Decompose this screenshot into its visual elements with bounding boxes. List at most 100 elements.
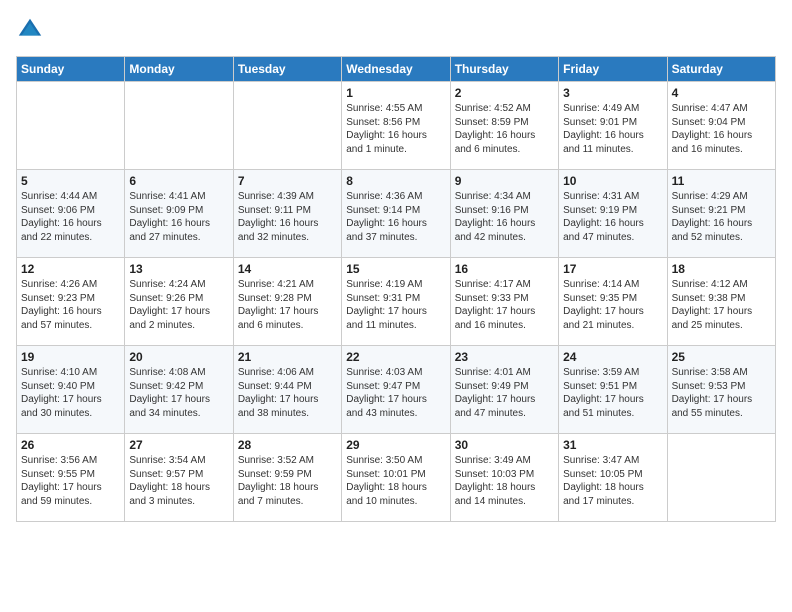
calendar-cell: 8 Sunrise: 4:36 AMSunset: 9:14 PMDaylight… [342, 170, 450, 258]
day-info: Sunrise: 4:41 AMSunset: 9:09 PMDaylight:… [129, 190, 228, 244]
day-number: 23 [455, 350, 554, 364]
calendar-cell: 20 Sunrise: 4:08 AMSunset: 9:42 PMDayligh… [125, 346, 233, 434]
day-info: Sunrise: 4:26 AMSunset: 9:23 PMDaylight:… [21, 278, 120, 332]
day-number: 21 [238, 350, 337, 364]
day-number: 30 [455, 438, 554, 452]
day-number: 1 [346, 86, 445, 100]
day-header-sunday: Sunday [17, 57, 125, 82]
calendar-cell: 3 Sunrise: 4:49 AMSunset: 9:01 PMDaylight… [559, 82, 667, 170]
calendar-cell: 7 Sunrise: 4:39 AMSunset: 9:11 PMDaylight… [233, 170, 341, 258]
calendar-cell: 28 Sunrise: 3:52 AMSunset: 9:59 PMDayligh… [233, 434, 341, 522]
day-info: Sunrise: 4:17 AMSunset: 9:33 PMDaylight:… [455, 278, 554, 332]
day-info: Sunrise: 4:31 AMSunset: 9:19 PMDaylight:… [563, 190, 662, 244]
calendar-cell: 17Sunrise: 4:14 AMSunset: 9:35 PMDayligh… [559, 258, 667, 346]
calendar-cell: 9Sunrise: 4:34 AMSunset: 9:16 PMDaylight… [450, 170, 558, 258]
day-number: 25 [672, 350, 771, 364]
day-number: 10 [563, 174, 662, 188]
calendar-cell: 2 Sunrise: 4:52 AMSunset: 8:59 PMDaylight… [450, 82, 558, 170]
calendar-cell: 15 Sunrise: 4:19 AMSunset: 9:31 PMDayligh… [342, 258, 450, 346]
week-row-2: 5 Sunrise: 4:44 AMSunset: 9:06 PMDaylight… [17, 170, 776, 258]
day-info: Sunrise: 4:39 AMSunset: 9:11 PMDaylight:… [238, 190, 337, 244]
day-number: 29 [346, 438, 445, 452]
day-info: Sunrise: 3:58 AMSunset: 9:53 PMDaylight:… [672, 366, 771, 420]
calendar-cell: 14Sunrise: 4:21 AMSunset: 9:28 PMDayligh… [233, 258, 341, 346]
calendar-cell: 21 Sunrise: 4:06 AMSunset: 9:44 PMDayligh… [233, 346, 341, 434]
day-info: Sunrise: 4:01 AMSunset: 9:49 PMDaylight:… [455, 366, 554, 420]
day-info: Sunrise: 4:44 AMSunset: 9:06 PMDaylight:… [21, 190, 120, 244]
day-number: 27 [129, 438, 228, 452]
day-info: Sunrise: 4:55 AMSunset: 8:56 PMDaylight:… [346, 102, 445, 156]
day-info: Sunrise: 3:54 AMSunset: 9:57 PMDaylight:… [129, 454, 228, 508]
day-number: 19 [21, 350, 120, 364]
calendar-cell [125, 82, 233, 170]
day-info: Sunrise: 4:49 AMSunset: 9:01 PMDaylight:… [563, 102, 662, 156]
week-row-3: 12Sunrise: 4:26 AMSunset: 9:23 PMDayligh… [17, 258, 776, 346]
calendar-cell: 5 Sunrise: 4:44 AMSunset: 9:06 PMDaylight… [17, 170, 125, 258]
day-number: 2 [455, 86, 554, 100]
day-number: 11 [672, 174, 771, 188]
day-headers-row: SundayMondayTuesdayWednesdayThursdayFrid… [17, 57, 776, 82]
calendar-cell: 19 Sunrise: 4:10 AMSunset: 9:40 PMDayligh… [17, 346, 125, 434]
day-number: 5 [21, 174, 120, 188]
day-number: 26 [21, 438, 120, 452]
day-info: Sunrise: 4:36 AMSunset: 9:14 PMDaylight:… [346, 190, 445, 244]
day-header-wednesday: Wednesday [342, 57, 450, 82]
calendar-cell: 1 Sunrise: 4:55 AMSunset: 8:56 PMDaylight… [342, 82, 450, 170]
calendar-table: SundayMondayTuesdayWednesdayThursdayFrid… [16, 56, 776, 522]
day-number: 20 [129, 350, 228, 364]
day-number: 22 [346, 350, 445, 364]
day-number: 16 [455, 262, 554, 276]
day-info: Sunrise: 4:34 AMSunset: 9:16 PMDaylight:… [455, 190, 554, 244]
calendar-cell: 12Sunrise: 4:26 AMSunset: 9:23 PMDayligh… [17, 258, 125, 346]
calendar-cell [667, 434, 775, 522]
day-info: Sunrise: 4:08 AMSunset: 9:42 PMDaylight:… [129, 366, 228, 420]
day-info: Sunrise: 4:03 AMSunset: 9:47 PMDaylight:… [346, 366, 445, 420]
day-info: Sunrise: 4:47 AMSunset: 9:04 PMDaylight:… [672, 102, 771, 156]
calendar-cell: 10 Sunrise: 4:31 AMSunset: 9:19 PMDayligh… [559, 170, 667, 258]
calendar-cell [17, 82, 125, 170]
day-number: 4 [672, 86, 771, 100]
day-header-tuesday: Tuesday [233, 57, 341, 82]
day-number: 18 [672, 262, 771, 276]
calendar-cell: 24Sunrise: 3:59 AMSunset: 9:51 PMDayligh… [559, 346, 667, 434]
day-number: 13 [129, 262, 228, 276]
day-info: Sunrise: 4:19 AMSunset: 9:31 PMDaylight:… [346, 278, 445, 332]
calendar-cell: 11Sunrise: 4:29 AMSunset: 9:21 PMDayligh… [667, 170, 775, 258]
calendar-cell: 25 Sunrise: 3:58 AMSunset: 9:53 PMDayligh… [667, 346, 775, 434]
week-row-1: 1 Sunrise: 4:55 AMSunset: 8:56 PMDaylight… [17, 82, 776, 170]
day-number: 15 [346, 262, 445, 276]
day-info: Sunrise: 4:06 AMSunset: 9:44 PMDaylight:… [238, 366, 337, 420]
day-header-saturday: Saturday [667, 57, 775, 82]
day-info: Sunrise: 4:12 AMSunset: 9:38 PMDaylight:… [672, 278, 771, 332]
day-number: 31 [563, 438, 662, 452]
week-row-4: 19 Sunrise: 4:10 AMSunset: 9:40 PMDayligh… [17, 346, 776, 434]
day-number: 3 [563, 86, 662, 100]
day-info: Sunrise: 4:21 AMSunset: 9:28 PMDaylight:… [238, 278, 337, 332]
day-info: Sunrise: 3:52 AMSunset: 9:59 PMDaylight:… [238, 454, 337, 508]
day-info: Sunrise: 4:24 AMSunset: 9:26 PMDaylight:… [129, 278, 228, 332]
calendar-cell: 27 Sunrise: 3:54 AMSunset: 9:57 PMDayligh… [125, 434, 233, 522]
day-number: 7 [238, 174, 337, 188]
calendar-cell: 30 Sunrise: 3:49 AMSunset: 10:03 PMDaylig… [450, 434, 558, 522]
day-info: Sunrise: 3:56 AMSunset: 9:55 PMDaylight:… [21, 454, 120, 508]
week-row-5: 26 Sunrise: 3:56 AMSunset: 9:55 PMDayligh… [17, 434, 776, 522]
calendar-cell: 4 Sunrise: 4:47 AMSunset: 9:04 PMDaylight… [667, 82, 775, 170]
day-number: 28 [238, 438, 337, 452]
page-header [16, 16, 776, 44]
day-info: Sunrise: 3:47 AMSunset: 10:05 PMDaylight… [563, 454, 662, 508]
calendar-cell: 23 Sunrise: 4:01 AMSunset: 9:49 PMDayligh… [450, 346, 558, 434]
day-info: Sunrise: 3:59 AMSunset: 9:51 PMDaylight:… [563, 366, 662, 420]
day-number: 8 [346, 174, 445, 188]
day-info: Sunrise: 4:10 AMSunset: 9:40 PMDaylight:… [21, 366, 120, 420]
day-info: Sunrise: 4:14 AMSunset: 9:35 PMDaylight:… [563, 278, 662, 332]
day-info: Sunrise: 3:50 AMSunset: 10:01 PMDaylight… [346, 454, 445, 508]
day-info: Sunrise: 4:52 AMSunset: 8:59 PMDaylight:… [455, 102, 554, 156]
day-info: Sunrise: 3:49 AMSunset: 10:03 PMDaylight… [455, 454, 554, 508]
calendar-cell: 26 Sunrise: 3:56 AMSunset: 9:55 PMDayligh… [17, 434, 125, 522]
calendar-cell [233, 82, 341, 170]
calendar-cell: 29 Sunrise: 3:50 AMSunset: 10:01 PMDaylig… [342, 434, 450, 522]
day-header-thursday: Thursday [450, 57, 558, 82]
calendar-cell: 16 Sunrise: 4:17 AMSunset: 9:33 PMDayligh… [450, 258, 558, 346]
calendar-cell: 6Sunrise: 4:41 AMSunset: 9:09 PMDaylight… [125, 170, 233, 258]
calendar-cell: 18 Sunrise: 4:12 AMSunset: 9:38 PMDayligh… [667, 258, 775, 346]
